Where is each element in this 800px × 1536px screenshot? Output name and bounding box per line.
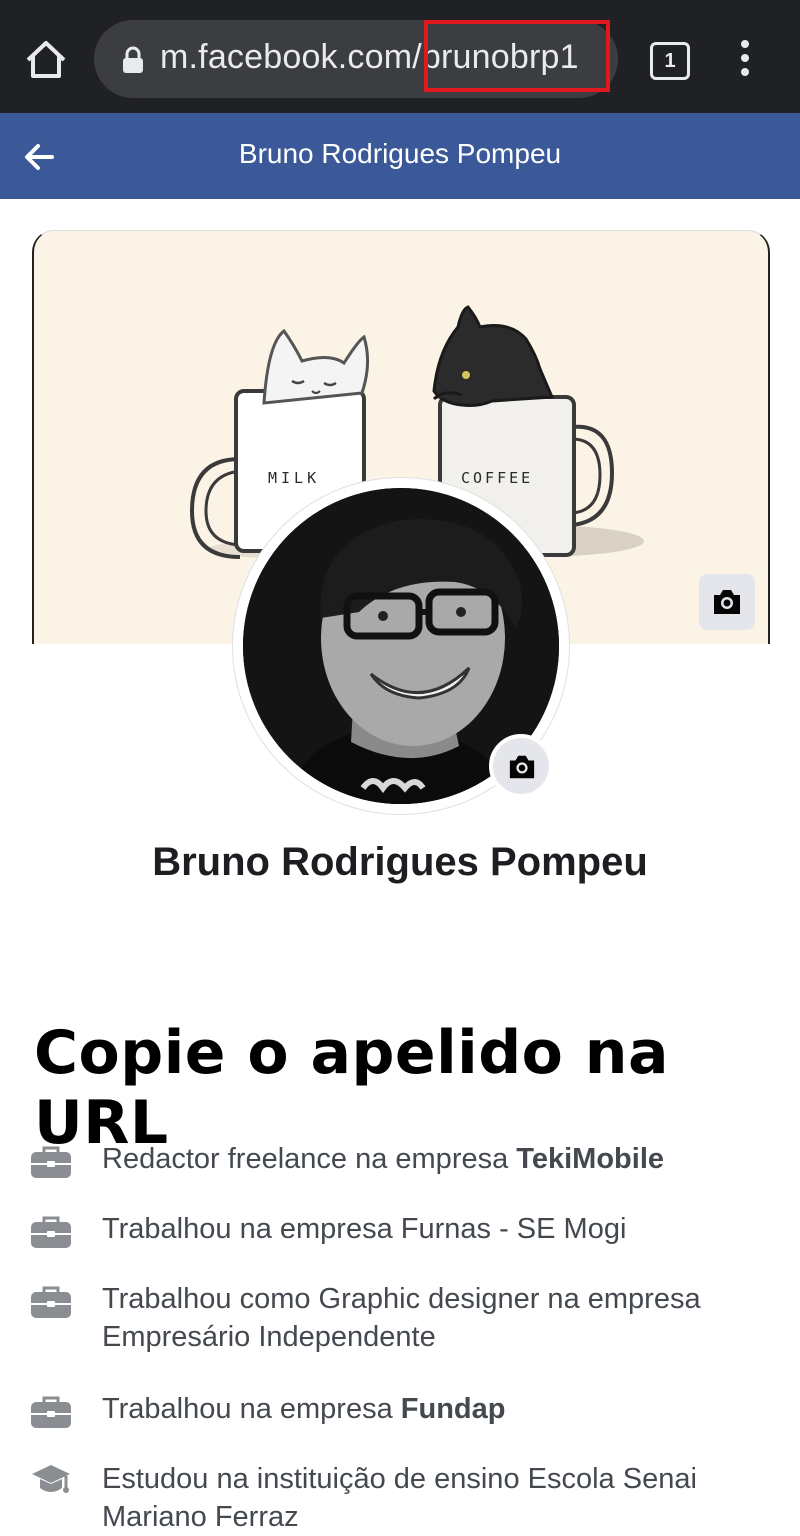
home-icon[interactable] <box>22 36 70 84</box>
intro-text-link[interactable]: TekiMobile <box>516 1143 664 1175</box>
briefcase-icon <box>30 1144 72 1180</box>
briefcase-icon <box>30 1394 72 1430</box>
intro-text: Trabalhou na empresa Fundap <box>102 1390 762 1428</box>
mug-label-milk: MILK <box>268 469 320 487</box>
tab-switcher-button[interactable]: 1 <box>650 42 690 80</box>
more-options-icon[interactable] <box>734 40 756 80</box>
briefcase-icon <box>30 1284 72 1320</box>
intro-text-main: Trabalhou na empresa Furnas - SE Mogi <box>102 1213 627 1245</box>
url-nickname-highlight <box>424 20 610 92</box>
page-title: Bruno Rodrigues Pompeu <box>238 138 562 169</box>
intro-text: Trabalhou como Graphic designer na empre… <box>102 1280 762 1356</box>
browser-toolbar: m.facebook.com/brunobrp1 1 <box>0 0 800 113</box>
page-header: Bruno Rodrigues Pompeu <box>0 113 800 199</box>
briefcase-icon <box>30 1214 72 1250</box>
intro-text-main: Trabalhou na empresa <box>102 1393 401 1425</box>
avatar-camera-icon[interactable] <box>489 734 553 798</box>
lock-icon <box>122 46 144 74</box>
mug-label-coffee: COFFEE <box>461 469 533 487</box>
intro-text-main: Redactor freelance na empresa <box>102 1143 517 1175</box>
intro-text-main: Estudou na instituição de ensino Escola … <box>102 1463 697 1533</box>
intro-text-main: Trabalhou como Graphic designer na empre… <box>102 1283 701 1353</box>
graduation-cap-icon <box>30 1462 72 1498</box>
intro-text: Estudou na instituição de ensino Escola … <box>102 1460 762 1536</box>
intro-text: Trabalhou na empresa Furnas - SE Mogi <box>102 1210 762 1248</box>
cover-camera-icon[interactable] <box>699 574 755 630</box>
intro-text: Redactor freelance na empresa TekiMobile <box>102 1140 762 1178</box>
url-host: m.facebook.com <box>160 38 413 76</box>
profile-name: Bruno Rodrigues Pompeu <box>152 840 648 884</box>
intro-text-link[interactable]: Fundap <box>401 1393 506 1425</box>
instruction-caption: Copie o apelido na URL <box>34 1018 669 1158</box>
